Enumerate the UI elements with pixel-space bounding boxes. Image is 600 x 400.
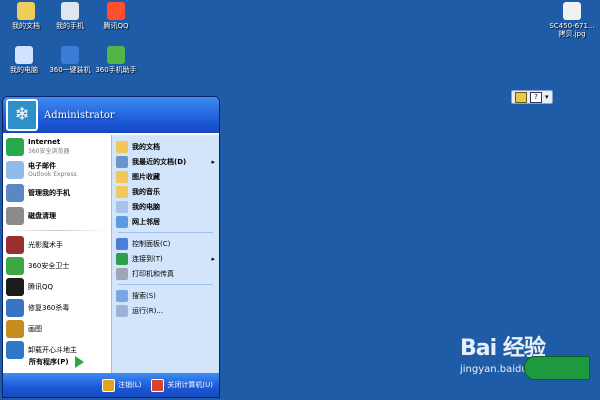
mfu-item-photo[interactable]: 光影魔术手 (3, 234, 111, 255)
shield-icon (6, 256, 24, 275)
folder-icon (116, 140, 128, 153)
control-panel-icon (116, 237, 128, 250)
right-item-recent-documents[interactable]: 我最近的文档(D) ▸ (112, 154, 219, 169)
separator (118, 232, 213, 233)
submenu-arrow-icon: ▸ (211, 254, 215, 263)
start-menu: ❄ Administrator Internet 360安全浏览器 电子邮件 O… (2, 96, 220, 398)
phone-helper-icon (107, 46, 125, 64)
qq-icon (6, 277, 24, 296)
image-file-icon (563, 2, 581, 20)
desktop-icon-360-install[interactable]: 360一键装机 (46, 46, 94, 74)
right-pane: 我的文档 我最近的文档(D) ▸ 图片收藏 我的音乐 我的电脑 网上邻居 控制面… (111, 135, 219, 373)
pinned-item-manage-phone[interactable]: 管理我的手机 (3, 181, 111, 204)
logoff-icon (102, 378, 116, 392)
360-install-icon (61, 46, 79, 64)
start-menu-header: ❄ Administrator (3, 97, 219, 133)
mfu-item-paint[interactable]: 画图 (3, 318, 111, 339)
separator (118, 284, 213, 285)
right-item-pictures[interactable]: 图片收藏 (112, 169, 219, 184)
right-item-my-documents[interactable]: 我的文档 (112, 139, 219, 154)
logoff-button[interactable]: 注销(L) (102, 378, 141, 392)
desktop-icon-360-phone-helper[interactable]: 360手机助手 (92, 46, 140, 74)
desktop-icon-image-file[interactable]: SC450-671... 拷贝.jpg (548, 2, 596, 38)
computer-icon (15, 46, 33, 64)
power-icon (151, 378, 165, 392)
network-icon (116, 215, 128, 228)
right-item-run[interactable]: 运行(R)... (112, 303, 219, 318)
computer-icon (116, 200, 128, 213)
mfu-item-360-safe[interactable]: 360安全卫士 (3, 255, 111, 276)
start-menu-body: Internet 360安全浏览器 电子邮件 Outlook Express 管… (3, 135, 219, 373)
language-bar[interactable]: ? ▾ (511, 90, 553, 104)
desktop-icon-qq[interactable]: 腾讯QQ (92, 2, 140, 30)
right-item-my-computer[interactable]: 我的电脑 (112, 199, 219, 214)
username: Administrator (44, 109, 115, 121)
photo-icon (6, 235, 24, 254)
help-icon: ? (530, 91, 542, 103)
folder-icon (17, 2, 35, 20)
search-icon (116, 289, 128, 302)
user-avatar[interactable]: ❄ (6, 99, 38, 131)
pinned-item-internet[interactable]: Internet 360安全浏览器 (3, 135, 111, 158)
music-icon (116, 185, 128, 198)
right-item-search[interactable]: 搜索(S) (112, 288, 219, 303)
browser-icon (6, 137, 24, 156)
paint-icon (6, 319, 24, 338)
all-programs-arrow-icon (74, 356, 84, 368)
all-programs-button[interactable]: 所有程序(P) (3, 351, 111, 373)
printer-icon (116, 267, 128, 280)
start-menu-footer: 注销(L) 关闭计算机(U) (3, 373, 219, 397)
right-item-network[interactable]: 网上邻居 (112, 214, 219, 229)
recent-docs-icon (116, 155, 128, 168)
pinned-item-disk-cleanup[interactable]: 磁盘清理 (3, 204, 111, 227)
language-bar-options-icon: ▾ (545, 93, 549, 101)
connect-icon (116, 252, 128, 265)
right-item-music[interactable]: 我的音乐 (112, 184, 219, 199)
submenu-arrow-icon: ▸ (211, 157, 215, 166)
mfu-item-qq[interactable]: 腾讯QQ (3, 276, 111, 297)
keyboard-icon (515, 91, 527, 103)
right-item-connect-to[interactable]: 连接到(T) ▸ (112, 251, 219, 266)
desktop-icon-my-phone[interactable]: 我的手机 (46, 2, 94, 30)
run-icon (116, 304, 128, 317)
right-item-control-panel[interactable]: 控制面板(C) (112, 236, 219, 251)
pictures-icon (116, 170, 128, 183)
mfu-item-repair-360[interactable]: 修复360杀毒 (3, 297, 111, 318)
tray-widget[interactable] (524, 356, 590, 380)
left-pane: Internet 360安全浏览器 电子邮件 Outlook Express 管… (3, 135, 111, 373)
repair-icon (6, 298, 24, 317)
pinned-item-email[interactable]: 电子邮件 Outlook Express (3, 158, 111, 181)
phone-icon (6, 183, 24, 202)
desktop-icon-my-documents[interactable]: 我的文档 (2, 2, 50, 30)
disk-cleanup-icon (6, 206, 24, 225)
phone-icon (61, 2, 79, 20)
separator (6, 230, 108, 231)
right-item-printers[interactable]: 打印机和传真 (112, 266, 219, 281)
email-icon (6, 160, 24, 179)
shutdown-button[interactable]: 关闭计算机(U) (151, 378, 213, 392)
qq-icon (107, 2, 125, 20)
desktop-icon-my-computer[interactable]: 我的电脑 (0, 46, 48, 74)
